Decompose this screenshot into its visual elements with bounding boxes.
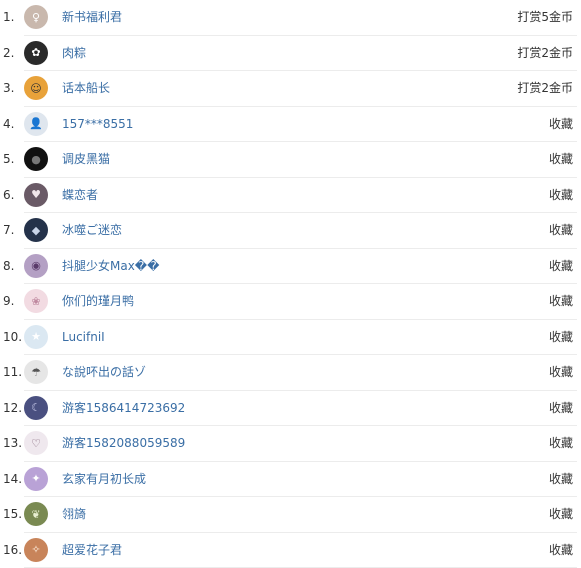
avatar[interactable]: ★ <box>24 325 48 349</box>
rank-number: 7. <box>3 213 14 248</box>
avatar[interactable]: ◆ <box>24 218 48 242</box>
user-name-link[interactable]: 游客1586414723692 <box>62 391 185 426</box>
user-name-link[interactable]: LucifniI <box>62 320 105 355</box>
list-item: 15. ❦ 翎旖 收藏 <box>0 497 581 533</box>
rank-number: 4. <box>3 107 14 142</box>
rank-number: 12. <box>3 391 22 426</box>
rank-number: 13. <box>3 426 22 461</box>
list-item: 16. ✧ 超爱花子君 收藏 <box>0 533 581 568</box>
rank-number: 1. <box>3 0 14 35</box>
user-name-link[interactable]: 冰噬ご迷恋 <box>62 213 122 248</box>
list-item: 6. ♥ 蝶恋者 收藏 <box>0 178 581 214</box>
rank-number: 9. <box>3 284 14 319</box>
list-item: 12. ☾ 游客1586414723692 收藏 <box>0 391 581 427</box>
action-label: 收藏 <box>549 320 573 355</box>
avatar[interactable]: ☂ <box>24 360 48 384</box>
user-name-link[interactable]: 你们的瑾月鸭 <box>62 284 134 319</box>
black-cat-icon: ● <box>31 153 41 166</box>
rank-number: 2. <box>3 36 14 71</box>
action-label: 收藏 <box>549 533 573 568</box>
list-item: 3. ☺ 话本船长 打赏2金币 <box>0 71 581 107</box>
list-item: 4. 👤 157***8551 收藏 <box>0 107 581 143</box>
rank-number: 14. <box>3 462 22 497</box>
action-label: 收藏 <box>549 142 573 177</box>
action-label: 打赏2金币 <box>517 36 573 71</box>
avatar[interactable]: ❦ <box>24 502 48 526</box>
rank-number: 8. <box>3 249 14 284</box>
user-name-link[interactable]: 157***8551 <box>62 107 133 142</box>
action-label: 收藏 <box>549 249 573 284</box>
rank-number: 3. <box>3 71 14 106</box>
user-name-link[interactable]: 玄家有月初长成 <box>62 462 146 497</box>
rank-number: 5. <box>3 142 14 177</box>
action-label: 收藏 <box>549 497 573 532</box>
avatar[interactable]: ♥ <box>24 183 48 207</box>
action-label: 打赏2金币 <box>517 71 573 106</box>
user-name-link[interactable]: 游客1582088059589 <box>62 426 185 461</box>
star-icon: ★ <box>31 330 41 343</box>
avatar[interactable]: ♀ <box>24 5 48 29</box>
chibi-girl-icon: ♡ <box>31 437 41 450</box>
pink-girl-icon: ❀ <box>31 295 40 308</box>
user-name-link[interactable]: 抖腿少女Max�� <box>62 249 159 284</box>
avatar[interactable]: ☾ <box>24 396 48 420</box>
avatar[interactable]: ◉ <box>24 254 48 278</box>
action-label: 收藏 <box>549 107 573 142</box>
user-name-link[interactable]: 新书福利君 <box>62 0 122 35</box>
list-item: 10. ★ LucifniI 收藏 <box>0 320 581 356</box>
action-label: 收藏 <box>549 426 573 461</box>
list-item: 7. ◆ 冰噬ご迷恋 收藏 <box>0 213 581 249</box>
action-label: 收藏 <box>549 391 573 426</box>
avatar[interactable]: ✦ <box>24 467 48 491</box>
purple-eye-icon: ◉ <box>31 259 41 272</box>
avatar[interactable]: 👤 <box>24 112 48 136</box>
rank-number: 10. <box>3 320 22 355</box>
green-scene-icon: ❦ <box>31 508 40 521</box>
list-item: 11. ☂ な說吥出の話ゾ 收藏 <box>0 355 581 391</box>
night-scene-icon: ☾ <box>31 401 41 414</box>
list-item: 14. ✦ 玄家有月初长成 收藏 <box>0 462 581 498</box>
cartoon-pirate-icon: ☺ <box>30 82 41 95</box>
action-label: 打赏5金币 <box>517 0 573 35</box>
action-label: 收藏 <box>549 178 573 213</box>
action-label: 收藏 <box>549 213 573 248</box>
user-name-link[interactable]: 翎旖 <box>62 497 86 532</box>
purple-art-icon: ✦ <box>31 472 40 485</box>
rank-number: 6. <box>3 178 14 213</box>
avatar[interactable]: ✿ <box>24 41 48 65</box>
avatar[interactable]: ❀ <box>24 289 48 313</box>
user-name-link[interactable]: 超爱花子君 <box>62 533 122 568</box>
list-item: 2. ✿ 肉粽 打赏2金币 <box>0 36 581 72</box>
list-item: 9. ❀ 你们的瑾月鸭 收藏 <box>0 284 581 320</box>
anime-character-icon: ✧ <box>31 543 40 556</box>
user-name-link[interactable]: 蝶恋者 <box>62 178 98 213</box>
flower-pattern-icon: ✿ <box>31 46 40 59</box>
dark-figure-icon: ◆ <box>32 224 40 237</box>
avatar[interactable]: ☺ <box>24 76 48 100</box>
anime-girl-icon: ♥ <box>31 188 41 201</box>
user-name-link[interactable]: 话本船长 <box>62 71 110 106</box>
rank-number: 11. <box>3 355 22 390</box>
user-name-link[interactable]: な說吥出の話ゾ <box>62 355 146 390</box>
avatar[interactable]: ♡ <box>24 431 48 455</box>
avatar[interactable]: ● <box>24 147 48 171</box>
user-name-link[interactable]: 调皮黑猫 <box>62 142 110 177</box>
action-label: 收藏 <box>549 284 573 319</box>
rank-number: 16. <box>3 533 22 568</box>
girl-portrait-icon: ♀ <box>32 11 40 24</box>
action-label: 收藏 <box>549 355 573 390</box>
list-item: 8. ◉ 抖腿少女Max�� 收藏 <box>0 249 581 285</box>
avatar[interactable]: ✧ <box>24 538 48 562</box>
list-item: 1. ♀ 新书福利君 打赏5金币 <box>0 0 581 36</box>
sad-figure-icon: ☂ <box>31 366 41 379</box>
list-item: 5. ● 调皮黑猫 收藏 <box>0 142 581 178</box>
list-item: 13. ♡ 游客1582088059589 收藏 <box>0 426 581 462</box>
rank-number: 15. <box>3 497 22 532</box>
action-label: 收藏 <box>549 462 573 497</box>
default-user-icon: 👤 <box>29 117 43 130</box>
user-name-link[interactable]: 肉粽 <box>62 36 86 71</box>
